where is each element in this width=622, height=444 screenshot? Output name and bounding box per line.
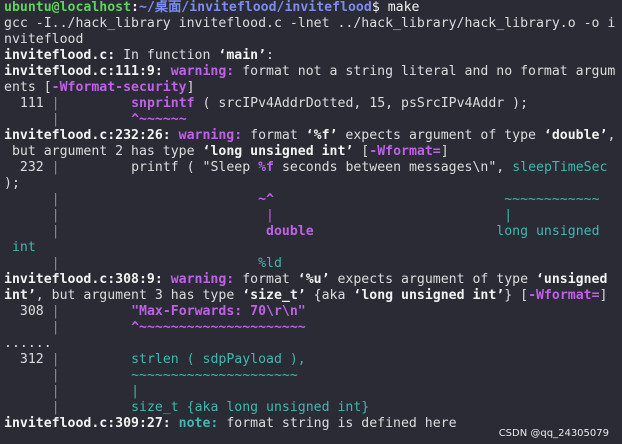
label-line: | double long unsigned: [51, 224, 600, 239]
warning-label: warning:: [170, 272, 243, 287]
source-line: 111 | snprintf ( srcIPv4AddrDotted, 15, …: [4, 96, 529, 111]
output-line: int’, but argument 3 has type ‘size_t’ {…: [4, 288, 608, 303]
command: make: [387, 0, 420, 15]
warning-label: warning:: [178, 128, 251, 143]
warning-line: inviteflood.c:232:26: warning: format ‘%…: [4, 128, 616, 143]
source-line: 308 | "Max-Forwards: 70\r\n": [4, 304, 306, 319]
note-label: note:: [178, 416, 227, 431]
prompt-user: ubuntu@localhost: [4, 0, 132, 15]
prompt-path: ~/桌面/inviteflood/inviteflood: [139, 0, 372, 15]
caret-line: | ^~~~~~~~~~~~~~~~~~~~~~: [51, 320, 306, 335]
warning-line: inviteflood.c:308:9: warning: format ‘%u…: [4, 272, 608, 287]
warning-label: warning:: [170, 64, 243, 79]
source-line: 232 | printf ( "Sleep %f seconds between…: [4, 160, 608, 175]
caret-line: | | |: [51, 208, 513, 223]
output-line: inviteflood.c: In function ‘main’:: [4, 48, 274, 63]
caret-line: | ~^ ~~~~~~~~~~~~: [51, 192, 600, 207]
watermark: CSDN @qq_24305079: [498, 428, 609, 439]
warning-flag: -Wformat-security: [51, 80, 187, 95]
warning-line: inviteflood.c:111:9: warning: format not…: [4, 64, 616, 79]
warning-flag: -Wformat=: [369, 144, 441, 159]
caret-line: | ~~~~~~~~~~~~~~~~~~~~~: [51, 368, 298, 383]
caret-line: | ^~~~~~~: [51, 112, 187, 127]
output-line: gcc -I../hack_library inviteflood.c -lne…: [4, 16, 616, 31]
prompt-line: ubuntu@localhost:~/桌面/inviteflood/invite…: [4, 0, 420, 15]
output-line: );: [4, 176, 20, 191]
fixit-line: | %ld: [51, 256, 282, 271]
output-line: nviteflood: [4, 32, 84, 47]
output-line: but argument 2 has type ‘long unsigned i…: [4, 144, 449, 159]
terminal-output[interactable]: ubuntu@localhost:~/桌面/inviteflood/invite…: [4, 0, 622, 432]
caret-line: | |: [51, 384, 140, 399]
label-line: | size_t {aka long unsigned int}: [51, 400, 370, 415]
warning-flag: -Wformat=: [528, 288, 600, 303]
output-line: int: [4, 240, 36, 255]
ellipsis-line: ......: [4, 336, 52, 351]
output-line: ents [-Wformat-security]: [4, 80, 195, 95]
source-line: 312 | strlen ( sdpPayload ),: [4, 352, 306, 367]
